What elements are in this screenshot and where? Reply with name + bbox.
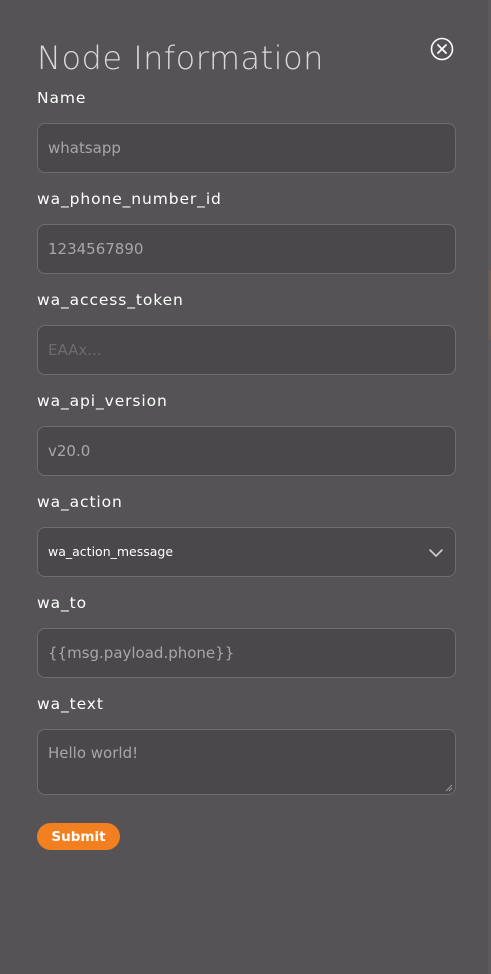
name-input[interactable]: whatsapp (37, 123, 456, 173)
field-label: wa_phone_number_id (37, 190, 222, 208)
wa-text-value: Hello world! (48, 744, 139, 762)
wa-action-selected-value: wa_action_message (48, 544, 174, 559)
field-label: wa_to (37, 594, 87, 612)
field-label: wa_api_version (37, 392, 168, 410)
wa-to-input[interactable]: {{msg.payload.phone}} (37, 628, 456, 678)
submit-button[interactable]: Submit (37, 823, 120, 850)
field-wa-action: wa_action wa_action_message (37, 490, 456, 577)
field-wa-access-token: wa_access_token EAAx... (37, 288, 456, 375)
node-information-panel: Node Information Name whatsapp wa_phone_… (0, 0, 491, 974)
field-wa-text: wa_text Hello world! (37, 692, 456, 795)
resize-handle-icon[interactable] (445, 784, 453, 792)
field-label: wa_text (37, 695, 104, 713)
close-circle-icon (430, 37, 454, 61)
field-label: Name (37, 89, 87, 107)
field-name: Name whatsapp (37, 86, 456, 173)
wa-phone-number-id-input[interactable]: 1234567890 (37, 224, 456, 274)
node-form: Name whatsapp wa_phone_number_id 1234567… (37, 86, 456, 795)
wa-api-version-input[interactable]: v20.0 (37, 426, 456, 476)
wa-action-select[interactable]: wa_action_message (37, 527, 456, 577)
field-wa-to: wa_to {{msg.payload.phone}} (37, 591, 456, 678)
field-wa-phone-number-id: wa_phone_number_id 1234567890 (37, 187, 456, 274)
field-label: wa_action (37, 493, 123, 511)
close-button[interactable] (430, 37, 454, 61)
field-label: wa_access_token (37, 291, 184, 309)
dialog-title: Node Information (37, 39, 324, 77)
wa-access-token-input[interactable]: EAAx... (37, 325, 456, 375)
field-wa-api-version: wa_api_version v20.0 (37, 389, 456, 476)
wa-text-textarea[interactable]: Hello world! (37, 729, 456, 795)
chevron-down-icon (429, 549, 443, 557)
